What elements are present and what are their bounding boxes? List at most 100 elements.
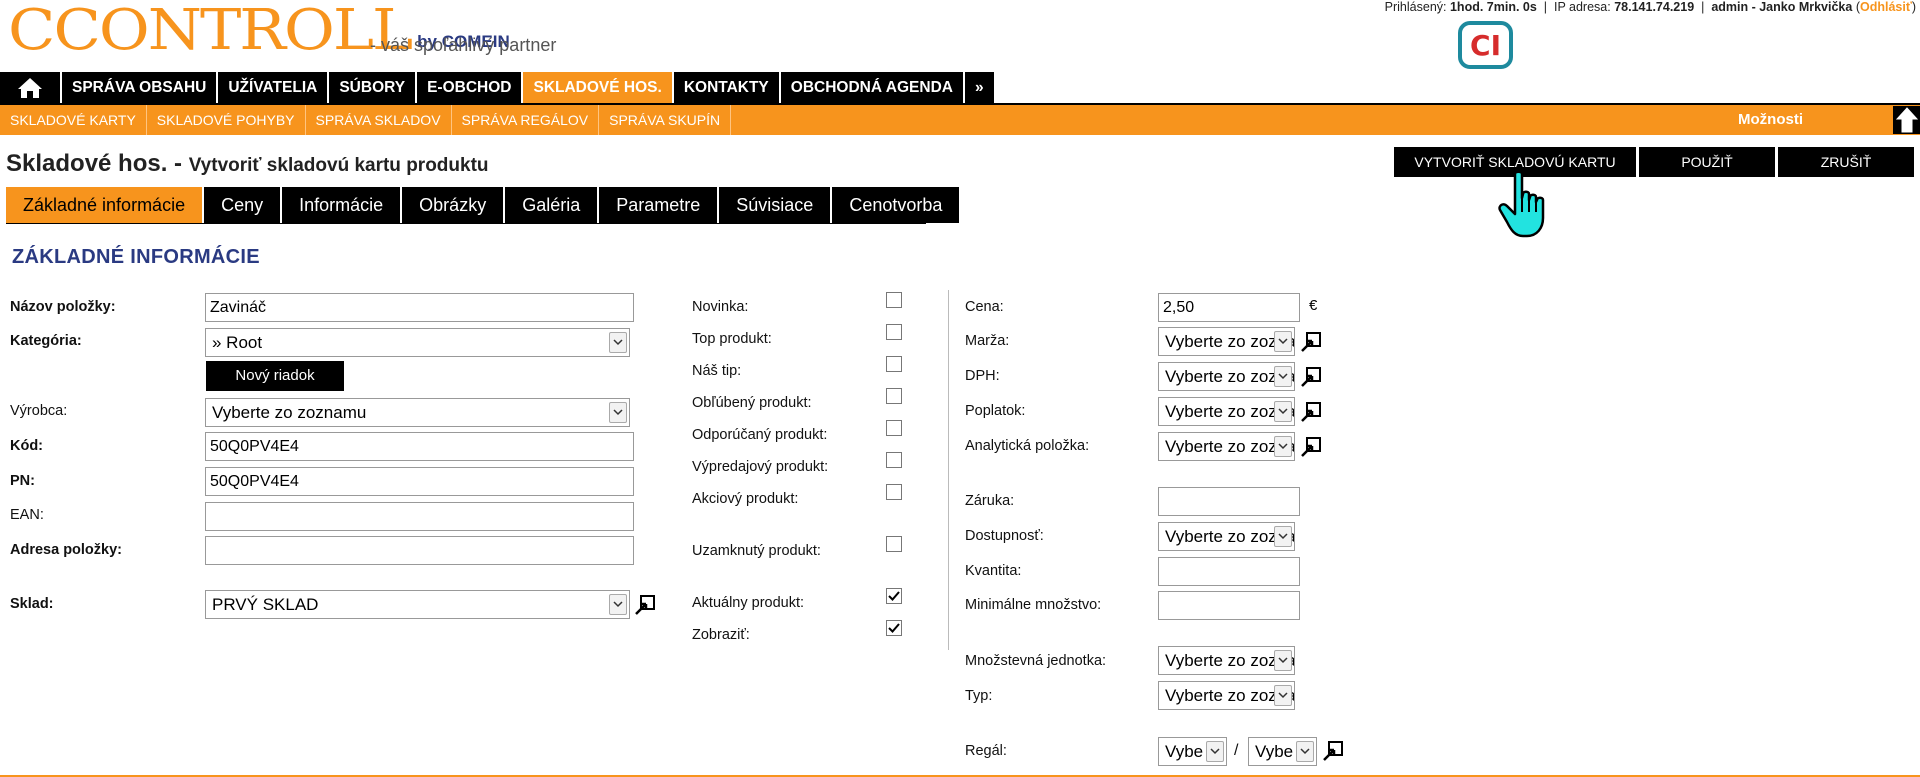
chevron-down-icon — [1274, 650, 1292, 671]
tab-suvisiace[interactable]: Súvisiace — [719, 187, 831, 223]
oblubeny-checkbox[interactable] — [886, 388, 902, 404]
chevron-down-icon — [1274, 526, 1292, 547]
nav-kontakty[interactable]: KONTAKTY — [674, 72, 781, 103]
typ-select[interactable]: Vyberte zo zoznamu — [1158, 681, 1295, 710]
odporucany-checkbox[interactable] — [886, 420, 902, 436]
zobrazit-checkbox[interactable] — [886, 620, 902, 636]
tagline: - váš spoľahlivý partner — [370, 35, 557, 55]
label-nazov: Názov položky: — [10, 299, 116, 315]
analyticka-select[interactable]: Vyberte zo zoznamu — [1158, 432, 1295, 461]
subnav-sprava-skupin[interactable]: SPRÁVA SKUPÍN — [599, 105, 732, 135]
nas-tip-checkbox[interactable] — [886, 356, 902, 372]
nav-uzivatelia[interactable]: UŽÍVATELIA — [218, 72, 330, 103]
options-link[interactable]: Možnosti — [1738, 105, 1803, 135]
checkmark-icon — [888, 591, 900, 601]
logout-link[interactable]: Odhlásiť — [1860, 0, 1912, 14]
akciovy-checkbox[interactable] — [886, 484, 902, 500]
label-regal: Regál: — [965, 743, 1007, 759]
chevron-down-icon — [609, 402, 627, 423]
nav-subory[interactable]: SÚBORY — [329, 72, 418, 103]
label-novinka: Novinka: — [692, 299, 749, 315]
regal-select-1[interactable]: Vybe — [1158, 737, 1227, 766]
label-sklad: Sklad: — [10, 596, 54, 612]
kategoria-select[interactable]: » Root — [205, 328, 630, 357]
marza-select[interactable]: Vyberte zo zoznamu — [1158, 327, 1295, 356]
subnav-sprava-regalov[interactable]: SPRÁVA REGÁLOV — [452, 105, 600, 135]
nav-sprava-obsahu[interactable]: SPRÁVA OBSAHU — [62, 72, 219, 103]
tab-cenotvorba[interactable]: Cenotvorba — [832, 187, 960, 223]
label-dostupnost: Dostupnosť: — [965, 528, 1044, 544]
picker-icon[interactable] — [634, 594, 656, 616]
label-pn: PN: — [10, 473, 35, 489]
aktualny-checkbox[interactable] — [886, 588, 902, 604]
vyrobca-select[interactable]: Vyberte zo zoznamu — [205, 398, 630, 427]
vypredajovy-checkbox[interactable] — [886, 452, 902, 468]
label-kvantita: Kvantita: — [965, 563, 1022, 579]
pn-input[interactable] — [205, 467, 634, 496]
nav-more[interactable]: » — [965, 72, 996, 103]
dph-select[interactable]: Vyberte zo zoznamu — [1158, 362, 1295, 391]
nav-e-obchod[interactable]: E-OBCHOD — [417, 72, 524, 103]
logo-text: CCONTROLL — [8, 0, 413, 63]
ip-address: 78.141.74.219 — [1614, 0, 1695, 14]
home-button[interactable] — [0, 72, 62, 103]
sklad-select[interactable]: PRVÝ SKLAD — [205, 590, 630, 619]
nav-obchodna-agenda[interactable]: OBCHODNÁ AGENDA — [781, 72, 965, 103]
picker-icon[interactable] — [1300, 331, 1322, 353]
tab-galeria[interactable]: Galéria — [505, 187, 598, 223]
chevron-down-icon — [1296, 741, 1314, 762]
jednotka-select[interactable]: Vyberte zo zoznamu — [1158, 646, 1295, 675]
label-vypredajovy: Výpredajový produkt: — [692, 459, 829, 475]
zaruka-input[interactable] — [1158, 487, 1300, 516]
ean-input[interactable] — [205, 502, 634, 531]
min-mnozstvo-input[interactable] — [1158, 591, 1300, 620]
tab-zakladne-informacie[interactable]: Základné informácie — [6, 187, 203, 223]
label-poplatok: Poplatok: — [965, 403, 1026, 419]
novinka-checkbox[interactable] — [886, 292, 902, 308]
tab-obrazky[interactable]: Obrázky — [402, 187, 504, 223]
nav-skladove-hos[interactable]: SKLADOVÉ HOS. — [523, 72, 674, 103]
label-adresa: Adresa položky: — [10, 542, 122, 558]
user-info: Prihlásený: 1hod. 7min. 0s | IP adresa: … — [1384, 0, 1916, 14]
tab-bar: Základné informácie Ceny Informácie Obrá… — [6, 187, 961, 223]
new-row-button[interactable]: Nový riadok — [206, 361, 344, 391]
uzamknuty-checkbox[interactable] — [886, 536, 902, 552]
label-dph: DPH: — [965, 368, 1000, 384]
label-oblubeny: Obľúbený produkt: — [692, 395, 812, 411]
subnav-skladove-pohyby[interactable]: SKLADOVÉ POHYBY — [147, 105, 306, 135]
main-nav: SPRÁVA OBSAHU UŽÍVATELIA SÚBORY E-OBCHOD… — [0, 72, 996, 103]
picker-icon[interactable] — [1300, 436, 1322, 458]
kvantita-input[interactable] — [1158, 557, 1300, 586]
subnav-skladove-karty[interactable]: SKLADOVÉ KARTY — [0, 105, 147, 135]
dostupnost-select[interactable]: Vyberte zo zoznamu — [1158, 522, 1295, 551]
apply-button[interactable]: POUŽIŤ — [1639, 147, 1775, 177]
picker-icon[interactable] — [1300, 366, 1322, 388]
label-akciovy: Akciový produkt: — [692, 491, 799, 507]
nazov-input[interactable] — [205, 293, 634, 322]
label-top-produkt: Top produkt: — [692, 331, 772, 347]
chevron-down-icon — [1206, 741, 1224, 762]
tab-informacie[interactable]: Informácie — [282, 187, 401, 223]
tab-parametre[interactable]: Parametre — [599, 187, 718, 223]
label-analyticka: Analytická položka: — [965, 438, 1090, 454]
cena-input[interactable] — [1158, 293, 1300, 322]
kod-input[interactable] — [205, 432, 634, 461]
chevron-down-icon — [1274, 401, 1292, 422]
tab-ceny[interactable]: Ceny — [204, 187, 281, 223]
user-name: admin - Janko Mrkvička — [1711, 0, 1853, 14]
subnav-sprava-skladov[interactable]: SPRÁVA SKLADOV — [306, 105, 452, 135]
chevron-down-icon — [609, 594, 627, 615]
page-title: Skladové hos. - Vytvoriť skladovú kartu … — [6, 150, 489, 177]
picker-icon[interactable] — [1322, 740, 1344, 762]
cancel-button[interactable]: ZRUŠIŤ — [1778, 147, 1914, 177]
label-zaruka: Záruka: — [965, 493, 1015, 509]
label-marza: Marža: — [965, 333, 1010, 349]
page-subtitle: Vytvoriť skladovú kartu produktu — [188, 155, 489, 176]
poplatok-select[interactable]: Vyberte zo zoznamu — [1158, 397, 1295, 426]
picker-icon[interactable] — [1300, 401, 1322, 423]
adresa-input[interactable] — [205, 536, 634, 565]
top-produkt-checkbox[interactable] — [886, 324, 902, 340]
scroll-top-button[interactable] — [1893, 106, 1920, 134]
regal-select-2[interactable]: Vybe — [1248, 737, 1317, 766]
sub-nav: SKLADOVÉ KARTY SKLADOVÉ POHYBY SPRÁVA SK… — [0, 105, 1920, 135]
